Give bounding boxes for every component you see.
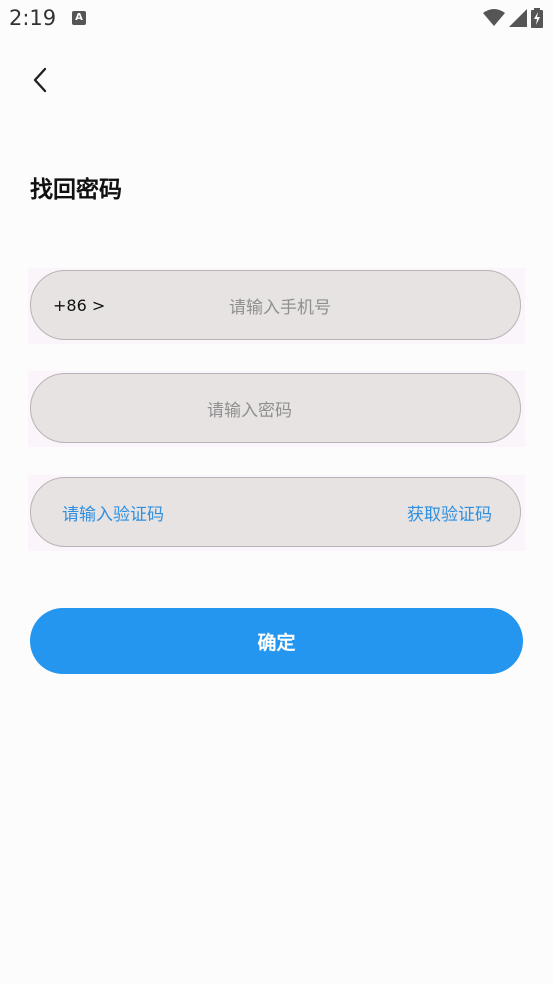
- phone-input[interactable]: +86 > 请输入手机号: [30, 270, 521, 340]
- back-button[interactable]: [22, 62, 58, 98]
- verification-code-input[interactable]: 请输入验证码 获取验证码: [30, 477, 521, 547]
- chevron-left-icon: [33, 67, 47, 93]
- page-title: 找回密码: [30, 177, 122, 203]
- get-code-button[interactable]: 获取验证码: [407, 478, 492, 546]
- password-placeholder: 请输入密码: [207, 400, 292, 421]
- phone-field-container: +86 > 请输入手机号: [28, 268, 525, 344]
- country-code-selector[interactable]: +86 >: [53, 271, 105, 339]
- code-field-container: 请输入验证码 获取验证码: [28, 475, 525, 551]
- status-icons: [483, 8, 543, 28]
- status-time: 2:19: [9, 6, 57, 30]
- notification-icon: A: [72, 11, 86, 25]
- password-input[interactable]: 请输入密码: [30, 373, 521, 443]
- phone-placeholder: 请输入手机号: [229, 297, 331, 318]
- battery-icon: [531, 8, 543, 28]
- confirm-button[interactable]: 确定: [30, 608, 523, 674]
- signal-icon: [509, 9, 527, 27]
- code-placeholder: 请输入验证码: [62, 504, 164, 525]
- password-field-container: 请输入密码: [28, 371, 525, 447]
- wifi-icon: [483, 9, 505, 26]
- status-bar: 2:19 A: [0, 0, 553, 38]
